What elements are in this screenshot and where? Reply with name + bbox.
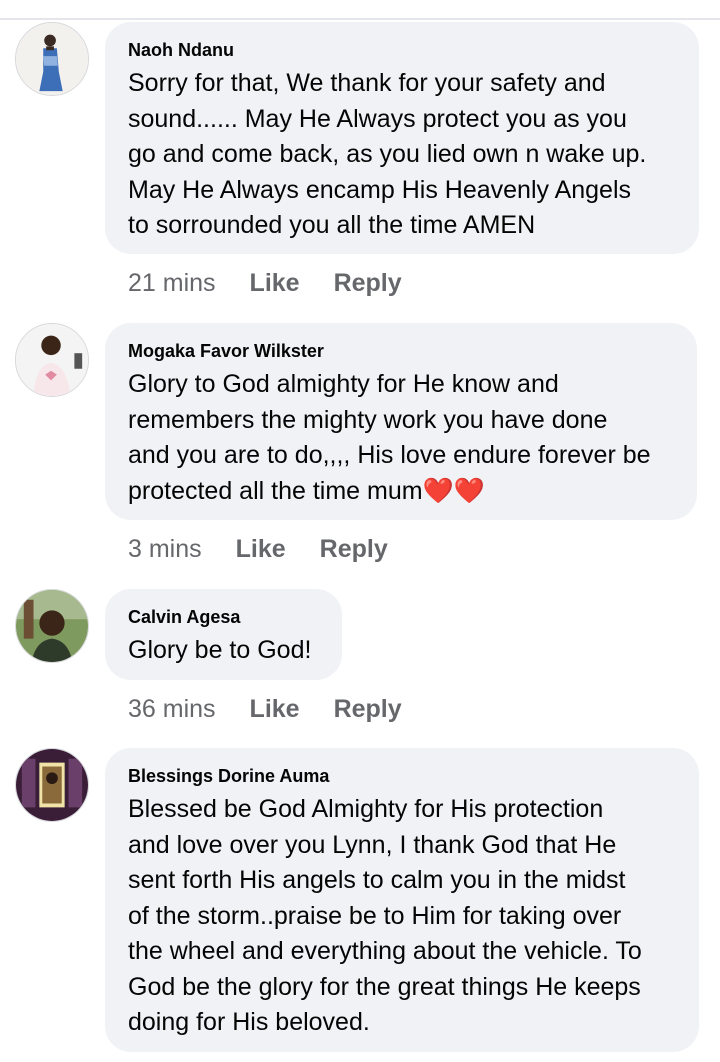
comment-text: Sorry for that, We thank for your safety… bbox=[128, 69, 647, 239]
comment-text: Glory to God almighty for He know and re… bbox=[128, 367, 675, 509]
divider bbox=[0, 18, 720, 20]
reply-button[interactable]: Reply bbox=[334, 268, 402, 298]
reply-button[interactable]: Reply bbox=[320, 534, 388, 564]
comment-author[interactable]: Blessings Dorine Auma bbox=[128, 764, 677, 788]
comment-actions: 21 mins Like Reply bbox=[128, 268, 402, 298]
comment-author[interactable]: Mogaka Favor Wilkster bbox=[128, 339, 675, 363]
avatar[interactable] bbox=[15, 748, 89, 822]
user-photo-icon bbox=[16, 23, 88, 95]
comment-time[interactable]: 36 mins bbox=[128, 694, 216, 724]
comment-text: Glory be to God! bbox=[128, 636, 312, 664]
user-photo-icon bbox=[16, 590, 88, 662]
avatar[interactable] bbox=[15, 323, 89, 397]
comment-bubble: Calvin Agesa Glory be to God! bbox=[105, 589, 342, 680]
comment-bubble: Blessings Dorine Auma Blessed be God Alm… bbox=[105, 748, 699, 1052]
comment-text: Blessed be God Almighty for His protecti… bbox=[128, 795, 642, 1036]
avatar[interactable] bbox=[15, 589, 89, 663]
comment-text-body: Glory to God almighty for He know and re… bbox=[128, 370, 651, 505]
comment-actions: 36 mins Like Reply bbox=[128, 694, 402, 724]
user-photo-icon bbox=[16, 749, 88, 821]
like-button[interactable]: Like bbox=[236, 534, 286, 564]
avatar[interactable] bbox=[15, 22, 89, 96]
comment-time[interactable]: 3 mins bbox=[128, 534, 202, 564]
like-button[interactable]: Like bbox=[250, 268, 300, 298]
comment-bubble: Naoh Ndanu Sorry for that, We thank for … bbox=[105, 22, 699, 254]
comment-author[interactable]: Calvin Agesa bbox=[128, 605, 320, 629]
comment-bubble: Mogaka Favor Wilkster Glory to God almig… bbox=[105, 323, 697, 520]
user-photo-icon bbox=[16, 324, 88, 396]
like-button[interactable]: Like bbox=[250, 694, 300, 724]
comment-time[interactable]: 21 mins bbox=[128, 268, 216, 298]
reply-button[interactable]: Reply bbox=[334, 694, 402, 724]
comment-author[interactable]: Naoh Ndanu bbox=[128, 38, 677, 62]
heart-emoji-icon: ❤️❤️ bbox=[422, 476, 485, 505]
comment-actions: 3 mins Like Reply bbox=[128, 534, 388, 564]
